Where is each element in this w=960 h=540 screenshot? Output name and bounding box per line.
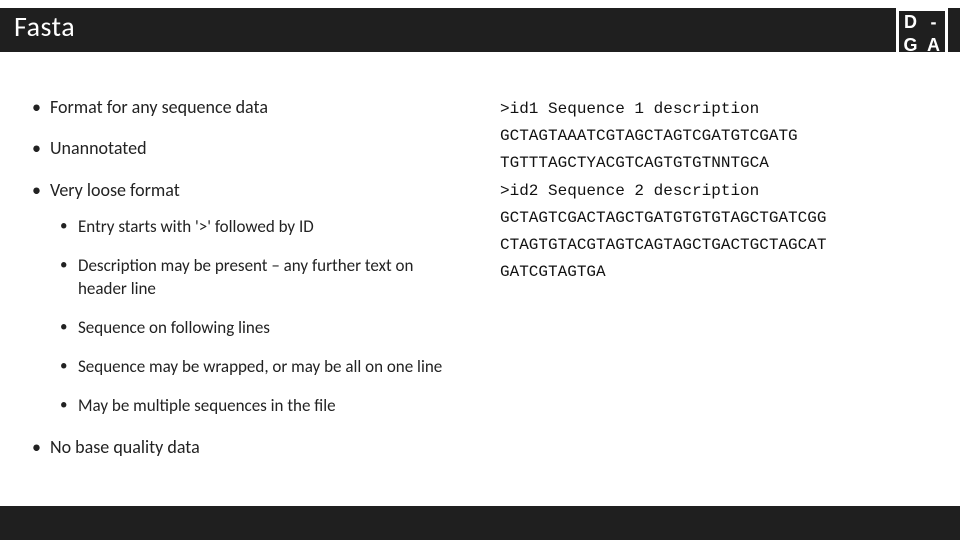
sub-sequence-wrapped: Sequence may be wrapped, or may be all o… (50, 356, 460, 379)
logo-cell-dash: - (922, 11, 945, 34)
fasta-seq-1b: TGTTTAGCTYACGTCAGTGTGTNNTGCA (500, 150, 932, 177)
sub-sequence-lines: Sequence on following lines (50, 317, 460, 340)
sub-description: Description may be present – any further… (50, 255, 460, 301)
fasta-seq-2a: GCTAGTCGACTAGCTGATGTGTGTAGCTGATCGG (500, 205, 932, 232)
top-white-strip (0, 0, 960, 8)
fasta-seq-2c: GATCGTAGTGA (500, 259, 932, 286)
content-area: Format for any sequence data Unannotated… (0, 52, 960, 477)
bullet-no-quality: No base quality data (28, 436, 460, 459)
code-column: >id1 Sequence 1 description GCTAGTAAATCG… (500, 96, 932, 477)
logo-cell-a: A (922, 34, 945, 57)
footer-bar (0, 506, 960, 540)
fasta-header-2: >id2 Sequence 2 description (500, 178, 932, 205)
bullet-loose-format: Very loose format Entry starts with '>' … (28, 179, 460, 418)
fasta-header-1: >id1 Sequence 1 description (500, 96, 932, 123)
bullet-column: Format for any sequence data Unannotated… (28, 96, 460, 477)
slide-title: Fasta (14, 9, 75, 44)
logo: D - G A (896, 8, 948, 60)
bullet-list: Format for any sequence data Unannotated… (28, 96, 460, 459)
sub-bullet-list: Entry starts with '>' followed by ID Des… (50, 216, 460, 418)
slide: Fasta D - G A Format for any sequence da… (0, 0, 960, 540)
logo-cell-d: D (899, 11, 922, 34)
sub-entry-starts: Entry starts with '>' followed by ID (50, 216, 460, 239)
bullet-unannotated: Unannotated (28, 137, 460, 160)
bullet-format: Format for any sequence data (28, 96, 460, 119)
fasta-seq-2b: CTAGTGTACGTAGTCAGTAGCTGACTGCTAGCAT (500, 232, 932, 259)
logo-cell-g: G (899, 34, 922, 57)
bullet-loose-format-text: Very loose format (50, 179, 180, 201)
fasta-seq-1a: GCTAGTAAATCGTAGCTAGTCGATGTCGATG (500, 123, 932, 150)
sub-multiple-sequences: May be multiple sequences in the file (50, 395, 460, 418)
